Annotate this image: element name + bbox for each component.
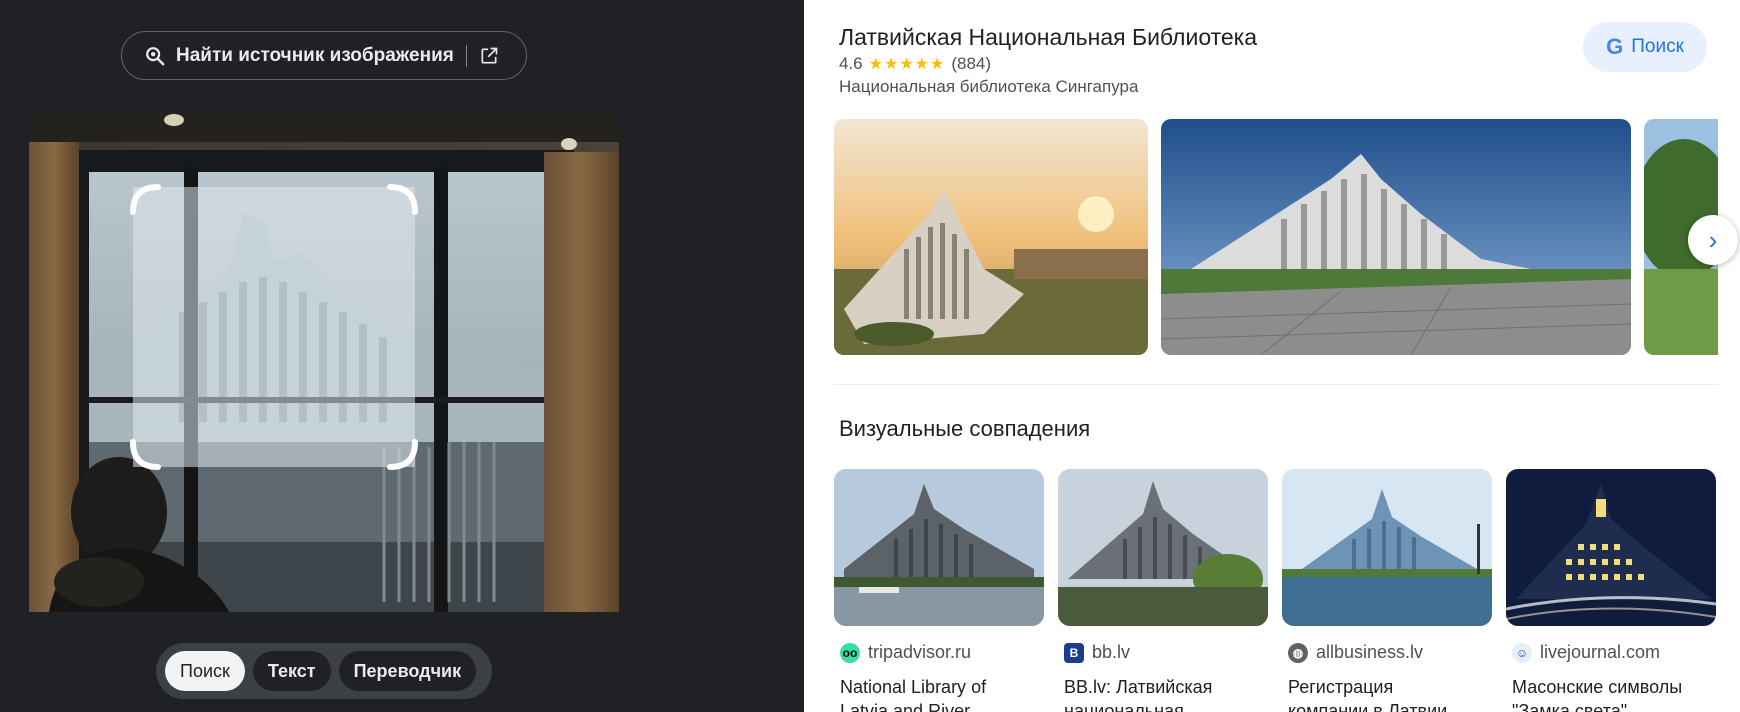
match-source[interactable]: B bb.lv	[1058, 642, 1268, 663]
tab-search[interactable]: Поиск	[165, 651, 245, 691]
match-source-label: tripadvisor.ru	[868, 642, 972, 662]
match-thumbnail[interactable]	[1506, 469, 1716, 626]
match-thumbnail[interactable]	[834, 469, 1044, 626]
section-divider	[834, 384, 1718, 385]
entity-image-carousel	[834, 119, 1718, 355]
open-in-new-icon[interactable]	[479, 46, 499, 66]
star-rating-icon: ★★★★★	[868, 56, 946, 73]
visual-match-card[interactable]: oo tripadvisor.ru National Library of La…	[834, 469, 1044, 712]
find-image-source-label: Найти источник изображения	[176, 44, 454, 66]
match-source-label: bb.lv	[1092, 642, 1131, 662]
entity-subtitle: Национальная библиотека Сингапура	[839, 77, 1139, 96]
visual-match-card[interactable]: ☺ livejournal.com Масонские символы "Зам…	[1506, 469, 1716, 712]
match-caption[interactable]: BB.lv: Латвийская национальная...	[1058, 675, 1268, 712]
match-caption-line: Масонские символы	[1512, 677, 1683, 697]
match-caption[interactable]: Масонские символы "Замка света"...	[1506, 675, 1716, 712]
match-caption-line: "Замка света"...	[1512, 701, 1643, 712]
match-source[interactable]: ☺ livejournal.com	[1506, 642, 1716, 663]
visual-match-card[interactable]: ◍ allbusiness.lv Регистрация компании в …	[1282, 469, 1492, 712]
results-panel: Латвийская Национальная Библиотека 4.6 ★…	[804, 0, 1740, 712]
match-caption-line: National Library of	[840, 677, 987, 697]
match-source[interactable]: ◍ allbusiness.lv	[1282, 642, 1492, 663]
google-g-icon: G	[1606, 34, 1624, 59]
visual-match-card[interactable]: B bb.lv BB.lv: Латвийская национальная..…	[1058, 469, 1268, 712]
tab-text[interactable]: Текст	[252, 651, 331, 691]
rating-value: 4.6	[839, 54, 863, 73]
match-caption-line: компании в Латвии...	[1288, 701, 1463, 712]
match-caption[interactable]: Регистрация компании в Латвии...	[1282, 675, 1492, 712]
tripadvisor-icon: oo	[840, 642, 860, 663]
google-search-button[interactable]: G Поиск	[1583, 22, 1707, 72]
lens-icon	[146, 46, 165, 65]
carousel-image[interactable]	[1161, 119, 1631, 355]
find-image-source-button[interactable]: Найти источник изображения	[121, 31, 527, 80]
divider	[465, 44, 467, 67]
search-button-label: Поиск	[1631, 36, 1684, 57]
match-source[interactable]: oo tripadvisor.ru	[834, 642, 1044, 663]
bb-icon: B	[1064, 642, 1084, 663]
carousel-next-button[interactable]: ›	[1688, 215, 1738, 265]
carousel-image[interactable]	[834, 119, 1148, 355]
match-caption-line: Регистрация	[1288, 677, 1394, 697]
match-source-label: allbusiness.lv	[1316, 642, 1424, 662]
match-source-label: livejournal.com	[1540, 642, 1661, 662]
match-caption-line: Latvia and River...	[840, 701, 985, 712]
lens-image-panel: Найти источник изображения Поиск Текст П…	[0, 0, 804, 712]
visual-matches-title: Визуальные совпадения	[839, 416, 1091, 441]
entity-rating: 4.6 ★★★★★ (884)	[839, 54, 991, 74]
mode-tabs: Поиск Текст Переводчик	[156, 643, 492, 699]
match-thumbnail[interactable]	[1058, 469, 1268, 626]
review-count: (884)	[951, 54, 992, 73]
query-image[interactable]	[29, 112, 619, 612]
match-caption-line: национальная...	[1064, 701, 1199, 712]
tab-translate[interactable]: Переводчик	[338, 651, 477, 691]
livejournal-icon: ☺	[1512, 642, 1532, 663]
match-thumbnail[interactable]	[1282, 469, 1492, 626]
chevron-right-icon: ›	[1708, 224, 1718, 255]
globe-icon: ◍	[1288, 642, 1308, 663]
entity-title[interactable]: Латвийская Национальная Библиотека	[839, 24, 1257, 51]
match-caption[interactable]: National Library of Latvia and River...	[834, 675, 1044, 712]
match-caption-line: BB.lv: Латвийская	[1064, 677, 1213, 697]
